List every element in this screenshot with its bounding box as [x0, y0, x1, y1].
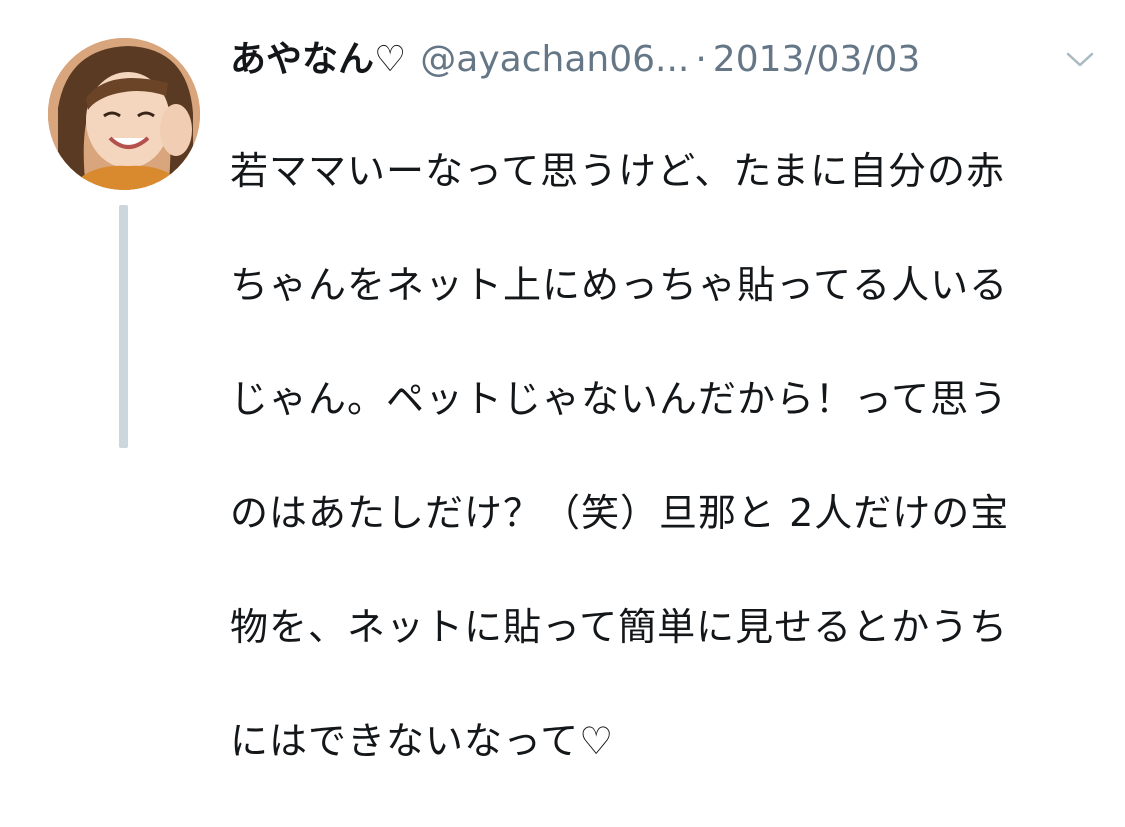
tweet-text-line: 物を、ネットに貼って簡単に見せるとかうち — [230, 605, 1009, 649]
tweet-text-line: のはあたしだけ？（笑）旦那と 2人だけの宝 — [230, 491, 1010, 535]
tweet-text-line: 若ママいーなって思うけど、たまに自分の赤 — [230, 149, 1006, 193]
separator-dot: · — [695, 39, 707, 80]
chevron-down-icon[interactable] — [1065, 48, 1095, 70]
tweet-date[interactable]: 2013/03/03 — [713, 34, 921, 86]
tweet-text-line: にはできないなって♡ — [230, 719, 615, 763]
tweet-text: 若ママいーなって思うけど、たまに自分の赤 ちゃんをネット上にめっちゃ貼ってる人い… — [230, 86, 1080, 827]
tweet-header: あやなん♡ @ayachan06... · 2013/03/03 — [230, 34, 1085, 86]
display-name[interactable]: あやなん♡ — [230, 34, 406, 86]
thread-line — [119, 205, 128, 448]
user-handle[interactable]: @ayachan06... — [420, 34, 689, 86]
user-avatar[interactable] — [48, 38, 200, 190]
tweet-text-line: じゃん。ペットじゃないんだから！って思う — [230, 377, 1009, 421]
tweet-text-line: ちゃんをネット上にめっちゃ貼ってる人いる — [230, 263, 1009, 307]
tweet[interactable]: あやなん♡ @ayachan06... · 2013/03/03 若ママいーなっ… — [0, 0, 1125, 763]
avatar-photo — [48, 38, 200, 190]
